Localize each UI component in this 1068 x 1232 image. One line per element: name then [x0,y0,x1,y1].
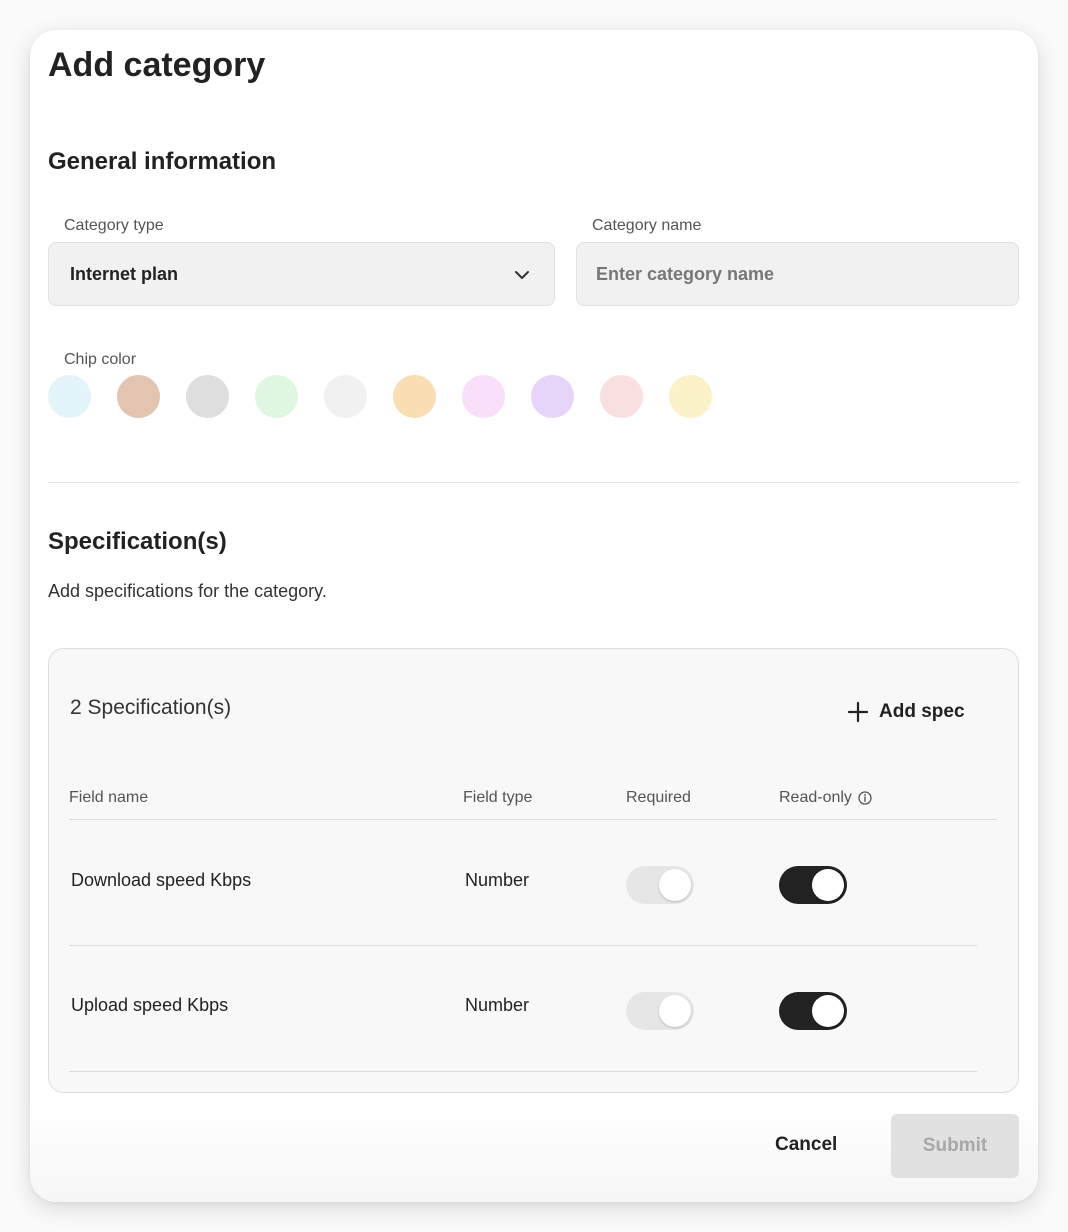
submit-button[interactable]: Submit [891,1114,1019,1178]
toggle-knob [659,869,691,901]
table-row-divider [69,1071,977,1072]
column-header-read-only: Read-only [779,789,872,807]
required-toggle[interactable] [626,866,694,904]
toggle-knob [659,995,691,1027]
table-row-divider [69,945,977,946]
chip-color-swatch[interactable] [531,375,574,418]
toggle-knob [812,869,844,901]
category-type-label: Category type [64,217,164,234]
section-divider [48,482,1019,483]
add-spec-button[interactable]: Add spec [847,697,965,727]
specification-count: 2 Specification(s) [70,696,232,719]
specifications-description: Add specifications for the category. [48,581,327,601]
category-name-input[interactable] [576,242,1019,306]
specifications-card: 2 Specification(s) Add spec Field name F… [48,648,1019,1093]
chip-color-swatch[interactable] [186,375,229,418]
column-header-field-type: Field type [463,789,533,806]
chip-color-swatch[interactable] [324,375,367,418]
plus-icon [847,701,869,723]
add-spec-label: Add spec [879,701,965,722]
required-toggle[interactable] [626,992,694,1030]
chip-color-swatch[interactable] [462,375,505,418]
chevron-down-icon [515,271,529,279]
chip-color-swatch[interactable] [255,375,298,418]
table-header-divider [69,819,997,820]
column-header-required: Required [626,789,691,806]
chip-color-swatch[interactable] [117,375,160,418]
dialog-footer [30,1102,1038,1202]
read-only-toggle[interactable] [779,992,847,1030]
chip-color-swatch[interactable] [48,375,91,418]
specifications-heading: Specification(s) [48,528,227,555]
toggle-knob [812,995,844,1027]
general-information-heading: General information [48,148,277,175]
read-only-toggle[interactable] [779,866,847,904]
table-row-field-name: Upload speed Kbps [71,995,229,1015]
column-header-field-name: Field name [69,789,149,806]
chip-color-options [48,375,712,418]
cancel-button[interactable]: Cancel [775,1134,837,1156]
chip-color-label: Chip color [64,351,137,368]
table-row-field-type: Number [465,870,530,890]
add-category-dialog: Add category General information Categor… [30,30,1038,1202]
dialog-title: Add category [48,46,266,84]
category-type-select[interactable]: Internet plan [48,242,555,306]
table-row-field-name: Download speed Kbps [71,870,252,890]
category-name-label: Category name [592,217,702,234]
chip-color-swatch[interactable] [669,375,712,418]
chip-color-swatch[interactable] [393,375,436,418]
column-header-read-only-label: Read-only [779,789,852,806]
chip-color-swatch[interactable] [600,375,643,418]
info-icon[interactable] [858,791,872,805]
category-type-value: Internet plan [70,264,179,284]
table-row-field-type: Number [465,995,530,1015]
